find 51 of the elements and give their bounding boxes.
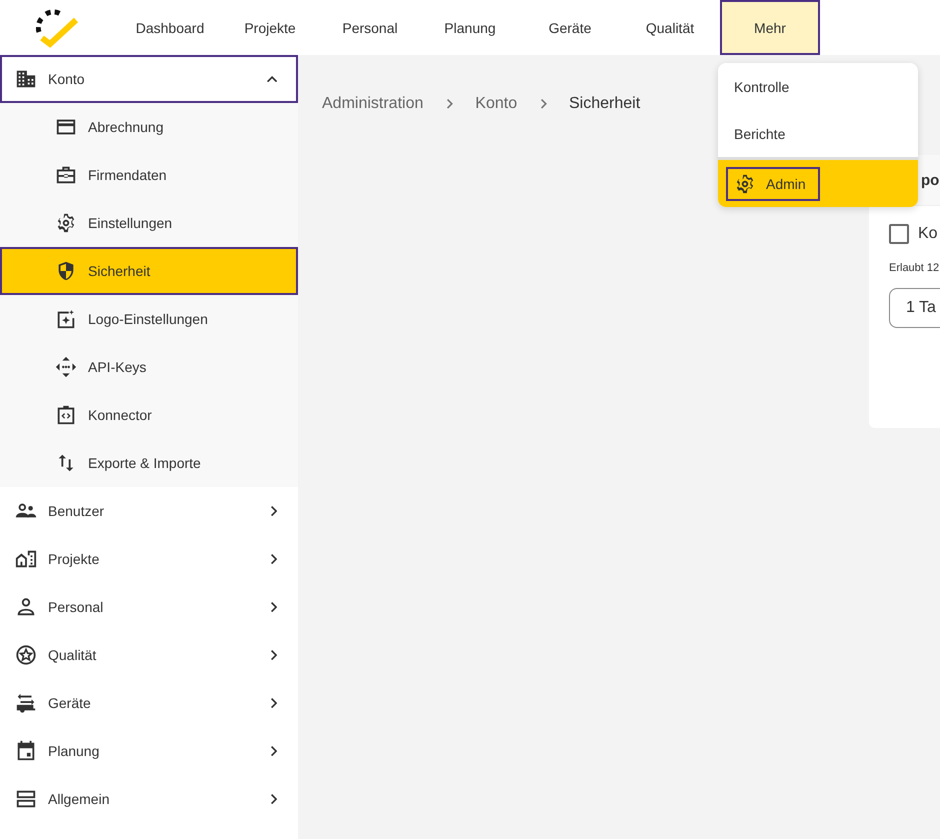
nav-tab[interactable]: Projekte xyxy=(220,0,320,55)
menu-item[interactable]: Kontrolle xyxy=(726,70,798,104)
diamond-arrows-icon xyxy=(55,356,77,378)
person-icon xyxy=(15,596,37,618)
select-field[interactable]: 1 Ta xyxy=(889,288,940,328)
chevron-right-icon xyxy=(270,602,278,612)
chevron-right-icon xyxy=(270,506,278,516)
chevron-right-icon xyxy=(270,650,278,660)
chevron-right-icon xyxy=(270,746,278,756)
logo-icon[interactable] xyxy=(36,8,80,48)
breadcrumb-item[interactable]: Administration xyxy=(322,95,424,113)
image-sparkle-icon xyxy=(55,308,77,330)
nav-tab[interactable]: Mehr xyxy=(720,0,820,55)
breadcrumb-item[interactable]: Konto xyxy=(475,95,518,113)
sidebar-subitem[interactable]: Sicherheit xyxy=(0,247,298,295)
building-icon xyxy=(15,68,37,90)
checkbox-label: Ko xyxy=(918,225,938,243)
sidebar-subitem[interactable]: Einstellungen xyxy=(0,199,298,247)
briefcase-icon xyxy=(55,164,77,186)
star-circle-icon xyxy=(15,644,37,666)
chevron-right-icon xyxy=(541,99,547,109)
menu-item[interactable]: Admin xyxy=(726,166,820,200)
nav-tab[interactable]: Planung xyxy=(420,0,520,55)
menu-item[interactable]: Berichte xyxy=(726,116,794,150)
checkbox[interactable] xyxy=(889,224,909,244)
house-building-icon xyxy=(15,548,37,570)
sidebar-subitem[interactable]: Abrechnung xyxy=(0,103,298,151)
sidebar-subitem[interactable]: Firmendaten xyxy=(0,151,298,199)
sidebar-subitem[interactable]: Exporte & Importe xyxy=(0,439,298,487)
chevron-right-icon xyxy=(270,698,278,708)
breadcrumb-item: Sicherheit xyxy=(569,95,640,113)
card-title: po xyxy=(921,172,940,188)
sidebar-subitem[interactable]: API-Keys xyxy=(0,343,298,391)
nav-tab[interactable]: Geräte xyxy=(520,0,620,55)
stacked-rows-icon xyxy=(15,788,37,810)
calendar-icon xyxy=(15,740,37,762)
sidebar-subitem[interactable]: Konnector xyxy=(0,391,298,439)
settings-icon xyxy=(734,172,756,194)
trailer-icon xyxy=(15,692,37,714)
chevron-right-icon xyxy=(447,99,454,109)
sidebar-subitem[interactable]: Logo-Einstellungen xyxy=(0,295,298,343)
chevron-right-icon xyxy=(270,794,278,804)
nav-tab[interactable]: Qualität xyxy=(620,0,720,55)
sidebar-item[interactable]: Konto xyxy=(0,55,298,103)
settings-icon xyxy=(55,212,77,234)
hint-text: Erlaubt 12 xyxy=(889,262,940,274)
code-clipboard-icon xyxy=(55,404,77,426)
nav-tab[interactable]: Personal xyxy=(320,0,420,55)
chevron-right-icon xyxy=(270,554,278,564)
chevron-up-icon xyxy=(266,76,278,82)
nav-tab[interactable]: Dashboard xyxy=(120,0,220,55)
